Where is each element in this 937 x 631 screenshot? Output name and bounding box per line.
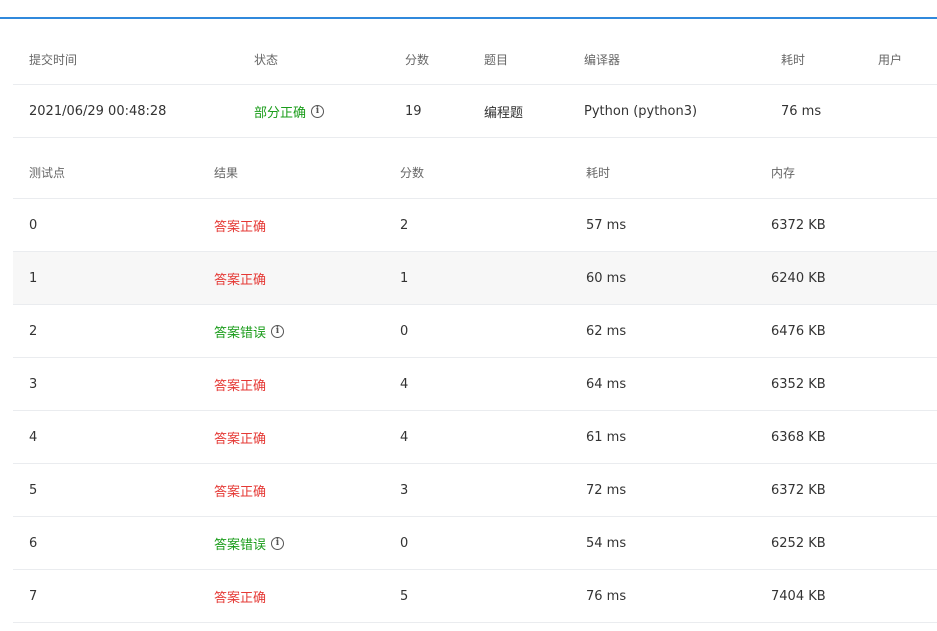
table-row: 0 答案正确 2 57 ms 6372 KB — [13, 199, 937, 252]
case-elapsed: 62 ms — [586, 323, 627, 339]
header-case-score: 分数 — [400, 165, 425, 180]
result-cell: 答案正确 — [214, 464, 266, 516]
results-body: 0 答案正确 2 57 ms 6372 KB 1 答案正确 1 60 ms 62… — [13, 199, 937, 623]
submission-score: 19 — [405, 103, 422, 119]
case-score: 0 — [400, 535, 409, 551]
header-score: 分数 — [405, 52, 430, 67]
case-elapsed: 61 ms — [586, 429, 627, 445]
case-elapsed: 57 ms — [586, 217, 627, 233]
case-score: 4 — [400, 376, 409, 392]
submit-time: 2021/06/29 00:48:28 — [29, 103, 167, 119]
result-cell: 答案正确 — [214, 199, 266, 251]
case-memory: 6372 KB — [771, 217, 826, 233]
result-cell: 答案错误 i — [214, 517, 285, 569]
header-case: 测试点 — [29, 165, 66, 180]
header-compiler: 编译器 — [584, 52, 621, 67]
case-elapsed: 64 ms — [586, 376, 627, 392]
case-result: 答案正确 — [214, 378, 267, 394]
header-user: 用户 — [878, 52, 903, 67]
case-elapsed: 54 ms — [586, 535, 627, 551]
case-elapsed: 72 ms — [586, 482, 627, 498]
case-id: 4 — [29, 429, 38, 445]
case-result: 答案正确 — [214, 219, 267, 235]
info-circle-icon[interactable]: i — [271, 536, 285, 550]
submission-row: 2021/06/29 00:48:28 部分正确 i 19 编程题 Python… — [13, 85, 937, 138]
case-score: 2 — [400, 217, 409, 233]
submission-compiler: Python (python3) — [584, 103, 698, 119]
table-row: 3 答案正确 4 64 ms 6352 KB — [13, 358, 937, 411]
case-elapsed: 76 ms — [586, 588, 627, 604]
case-memory: 6476 KB — [771, 323, 826, 339]
header-elapsed: 耗时 — [781, 52, 806, 67]
result-cell: 答案正确 — [214, 411, 266, 463]
case-id: 2 — [29, 323, 38, 339]
result-cell: 答案正确 — [214, 252, 266, 304]
submission-table: 提交时间 状态 分数 题目 编译器 耗时 用户 2021/06/29 00:48… — [13, 34, 937, 138]
results-header-row: 测试点 结果 分数 耗时 内存 — [13, 146, 937, 199]
header-submit-time: 提交时间 — [29, 52, 78, 67]
top-accent-line — [0, 17, 937, 19]
case-memory: 7404 KB — [771, 588, 826, 604]
table-row: 5 答案正确 3 72 ms 6372 KB — [13, 464, 937, 517]
case-result: 答案正确 — [214, 431, 267, 447]
result-cell: 答案错误 i — [214, 305, 285, 357]
case-id: 3 — [29, 376, 38, 392]
case-result: 答案正确 — [214, 590, 267, 606]
table-row: 6 答案错误 i 0 54 ms 6252 KB — [13, 517, 937, 570]
case-memory: 6240 KB — [771, 270, 826, 286]
case-id: 1 — [29, 270, 38, 286]
case-score: 5 — [400, 588, 409, 604]
result-cell: 答案正确 — [214, 570, 266, 622]
case-memory: 6372 KB — [771, 482, 826, 498]
info-circle-icon[interactable]: i — [271, 324, 285, 338]
status-cell: 部分正确 i — [254, 85, 325, 137]
header-case-elapsed: 耗时 — [586, 165, 611, 180]
table-row: 7 答案正确 5 76 ms 7404 KB — [13, 570, 937, 623]
header-status: 状态 — [254, 52, 279, 67]
submission-header-row: 提交时间 状态 分数 题目 编译器 耗时 用户 — [13, 34, 937, 85]
case-result: 答案正确 — [214, 484, 267, 500]
case-memory: 6252 KB — [771, 535, 826, 551]
case-id: 0 — [29, 217, 38, 233]
header-result: 结果 — [214, 165, 239, 180]
case-score: 1 — [400, 270, 409, 286]
submission-elapsed: 76 ms — [781, 103, 822, 119]
submission-problem: 编程题 — [484, 105, 524, 121]
table-row: 4 答案正确 4 61 ms 6368 KB — [13, 411, 937, 464]
results-table: 测试点 结果 分数 耗时 内存 0 答案正确 2 57 ms 6372 KB 1… — [13, 146, 937, 623]
case-result: 答案错误 — [214, 537, 267, 553]
case-id: 6 — [29, 535, 38, 551]
case-score: 4 — [400, 429, 409, 445]
result-cell: 答案正确 — [214, 358, 266, 410]
case-memory: 6368 KB — [771, 429, 826, 445]
case-elapsed: 60 ms — [586, 270, 627, 286]
case-id: 5 — [29, 482, 38, 498]
case-result: 答案正确 — [214, 272, 267, 288]
case-score: 0 — [400, 323, 409, 339]
case-score: 3 — [400, 482, 409, 498]
case-result: 答案错误 — [214, 325, 267, 341]
header-problem: 题目 — [484, 52, 509, 67]
info-circle-icon[interactable]: i — [311, 104, 325, 118]
case-memory: 6352 KB — [771, 376, 826, 392]
table-row: 2 答案错误 i 0 62 ms 6476 KB — [13, 305, 937, 358]
submission-status: 部分正确 — [254, 105, 307, 121]
case-id: 7 — [29, 588, 38, 604]
header-memory: 内存 — [771, 165, 796, 180]
table-row: 1 答案正确 1 60 ms 6240 KB — [13, 252, 937, 305]
